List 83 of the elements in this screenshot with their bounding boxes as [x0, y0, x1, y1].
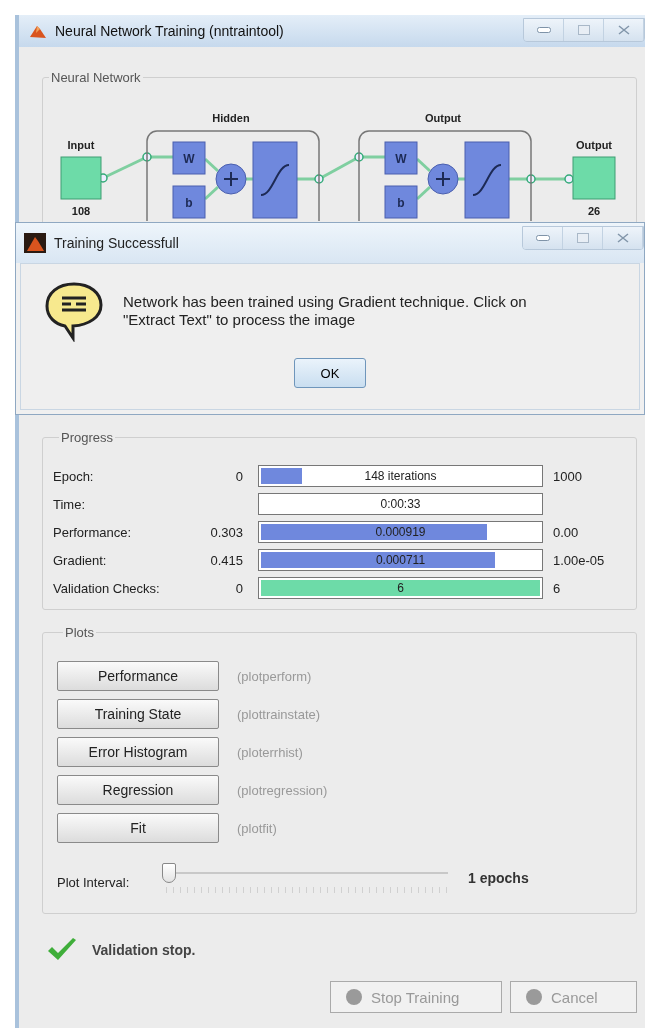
close-icon	[616, 233, 629, 243]
end-value: 1.00e-05	[553, 552, 605, 568]
connector-line	[416, 157, 431, 173]
minimize-icon	[536, 27, 551, 33]
close-button[interactable]	[603, 227, 643, 249]
progress-value: 0.000711	[375, 553, 426, 567]
progress-label: Time:	[53, 496, 87, 512]
circle-icon	[345, 988, 363, 1006]
bias-block	[384, 185, 418, 219]
layer-title: Output	[425, 112, 461, 124]
output-label: Output	[576, 139, 612, 151]
end-value: 0.00	[553, 524, 579, 540]
output-node	[572, 156, 616, 200]
circle-icon	[525, 988, 543, 1006]
function-name: (plottrainstate)	[237, 706, 321, 722]
maximize-button[interactable]	[563, 227, 603, 249]
weight-label: W	[395, 152, 407, 166]
progress-value: 0:00:33	[380, 497, 421, 511]
dialog-title: Training Successfull	[54, 235, 179, 251]
connector-line	[204, 157, 219, 173]
window-title: Neural Network Training (nntraintool)	[55, 23, 284, 39]
weight-label: W	[183, 152, 195, 166]
junction-dot	[526, 174, 536, 184]
ok-button[interactable]: OK	[294, 358, 366, 388]
input-label: Input	[67, 139, 95, 151]
plot-button[interactable]: Error Histogram	[57, 737, 219, 767]
bias-label: b	[185, 196, 193, 210]
start-value: 0	[234, 580, 243, 596]
start-value: 0.303	[209, 524, 243, 540]
plot-button[interactable]: Training State	[57, 699, 219, 729]
app-icon	[29, 23, 47, 39]
panel-title: Progress	[60, 430, 115, 445]
minimize-icon	[535, 235, 550, 241]
maximize-button[interactable]	[564, 19, 604, 41]
function-name: (ploterrhist)	[237, 744, 303, 760]
minimize-button[interactable]	[524, 19, 564, 41]
interval-reading: 1 epochs	[468, 870, 529, 886]
status-text: Validation stop.	[92, 942, 196, 958]
function-name: (plotperform)	[237, 668, 312, 684]
junction-dot	[314, 174, 324, 184]
dialog-message: Network has been trained using Gradient technique. Click on "Extract Text" to process the image	[123, 293, 528, 329]
minimize-button[interactable]	[523, 227, 563, 249]
speech-bubble-icon	[43, 280, 105, 342]
input-node	[60, 156, 102, 200]
start-value: 0	[234, 468, 243, 484]
maximize-icon	[576, 233, 589, 243]
interval-label: Plot Interval:	[57, 874, 131, 890]
end-value: 1000	[553, 468, 582, 484]
layer-title: Hidden	[212, 112, 250, 124]
function-name: (plotregression)	[237, 782, 328, 798]
close-icon	[617, 25, 630, 35]
output-size: 26	[587, 205, 601, 217]
slider-thumb[interactable]	[162, 863, 176, 883]
weight-block	[172, 141, 206, 175]
progress-label: Performance:	[53, 524, 133, 540]
bias-label: b	[397, 196, 405, 210]
progress-value: 6	[397, 581, 404, 595]
plot-button[interactable]: Fit	[57, 813, 219, 843]
check-icon	[46, 937, 78, 963]
close-button[interactable]	[604, 19, 644, 41]
bias-block	[172, 185, 206, 219]
function-name: (plotfit)	[237, 820, 277, 836]
progress-label: Gradient:	[53, 552, 108, 568]
progress-label: Epoch:	[53, 468, 95, 484]
start-value: 0.415	[209, 552, 243, 568]
weight-block	[384, 141, 418, 175]
progress-label: Validation Checks:	[53, 580, 161, 596]
maximize-icon	[577, 25, 590, 35]
input-size: 108	[71, 205, 91, 217]
transfer-function-icon	[464, 141, 510, 219]
progress-value: 148 iterations	[364, 469, 437, 483]
panel-title: Plots	[64, 625, 95, 640]
sum-icon	[215, 163, 247, 195]
junction-dot	[142, 152, 152, 162]
sum-icon	[427, 163, 459, 195]
end-value: 6	[553, 580, 561, 596]
junction-dot	[354, 152, 364, 162]
app-icon	[24, 233, 46, 253]
transfer-function-icon	[252, 141, 298, 219]
plot-button[interactable]: Regression	[57, 775, 219, 805]
plot-button[interactable]: Performance	[57, 661, 219, 691]
progress-value: 0.000919	[375, 525, 426, 539]
panel-title: Neural Network	[50, 70, 142, 85]
